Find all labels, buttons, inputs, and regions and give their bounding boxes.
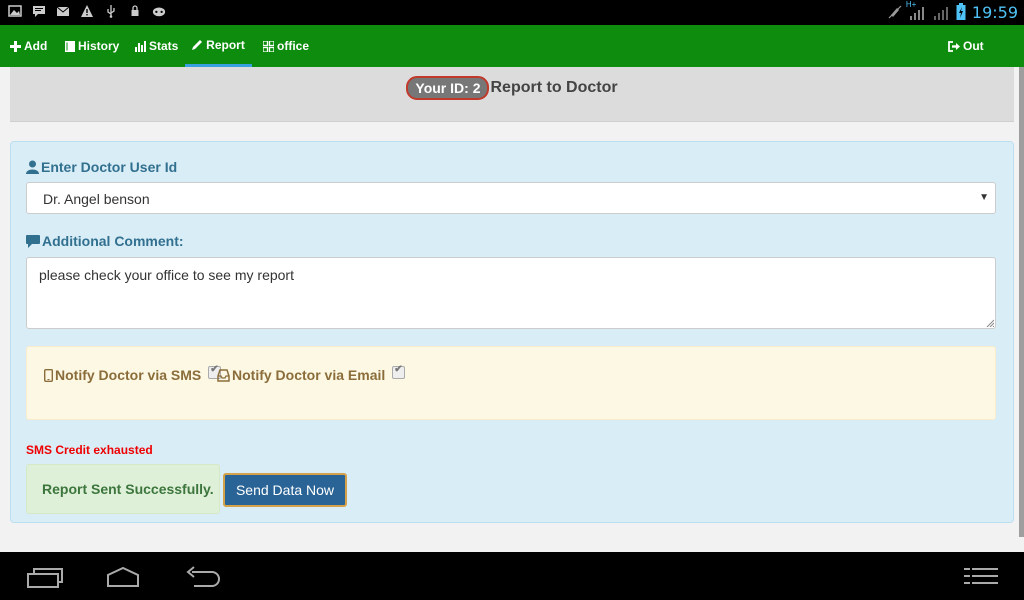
doctor-id-label-text: Enter Doctor User Id	[41, 159, 178, 175]
warning-icon	[81, 5, 93, 17]
android-icon	[152, 7, 166, 17]
pencil-icon	[192, 40, 203, 50]
chevron-down-icon: ▼	[979, 192, 989, 203]
nav-history[interactable]: History	[65, 25, 119, 67]
mobile-phone-icon	[44, 368, 53, 382]
notification-icons	[8, 4, 166, 18]
user-icon	[26, 160, 39, 174]
page-title-text: Report to Doctor	[490, 79, 618, 96]
page-header: Your ID: 2 Report to Doctor	[10, 67, 1014, 122]
grid-icon	[263, 40, 274, 52]
nav-report[interactable]: Report	[185, 25, 252, 67]
system-nav-bar	[0, 552, 1024, 600]
battery-icon	[956, 3, 966, 20]
nav-office-label: office	[277, 39, 310, 53]
mute-icon	[888, 5, 902, 19]
report-form-panel: Enter Doctor User Id Dr. Angel benson ▼ …	[10, 141, 1014, 523]
plus-icon	[10, 40, 21, 52]
notify-email-label: Notify Doctor via Email	[232, 367, 386, 383]
comment-textarea[interactable]: please check your office to see my repor…	[26, 257, 996, 329]
nav-logout-label: Out	[963, 39, 984, 53]
notify-email-option[interactable]: Notify Doctor via Email	[217, 364, 406, 383]
message-icon	[33, 6, 45, 17]
sms-credit-error: SMS Credit exhausted	[26, 443, 153, 457]
mail-icon	[56, 6, 70, 16]
recent-apps-icon[interactable]	[20, 560, 70, 592]
comment-icon	[26, 234, 40, 248]
notify-email-checkbox[interactable]	[392, 364, 406, 379]
doctor-id-label: Enter Doctor User Id	[26, 159, 177, 175]
send-data-button[interactable]: Send Data Now	[223, 473, 347, 507]
back-icon[interactable]	[178, 560, 228, 592]
nav-add[interactable]: Add	[10, 25, 47, 67]
inbox-icon	[217, 368, 230, 382]
comment-label: Additional Comment:	[26, 233, 184, 249]
doctor-select-value: Dr. Angel benson	[43, 191, 150, 207]
nav-add-label: Add	[24, 39, 48, 53]
page-title: Your ID: 2 Report to Doctor	[10, 76, 1014, 100]
scrollbar[interactable]	[1019, 67, 1024, 537]
usb-icon	[107, 5, 115, 18]
notify-sms-label: Notify Doctor via SMS	[55, 367, 202, 383]
nav-stats[interactable]: Stats	[135, 25, 178, 67]
main-content[interactable]: Your ID: 2 Report to Doctor Enter Doctor …	[0, 67, 1018, 552]
notify-sms-option[interactable]: Notify Doctor via SMS	[44, 364, 222, 383]
lock-icon	[131, 5, 139, 16]
image-icon	[8, 5, 22, 17]
book-icon	[65, 40, 75, 52]
nav-office[interactable]: office	[263, 25, 309, 67]
nav-report-label: Report	[206, 37, 245, 52]
bar-chart-icon	[135, 40, 146, 52]
nav-stats-label: Stats	[149, 39, 179, 53]
signal-icon	[933, 7, 948, 20]
success-alert: Report Sent Successfully.	[26, 464, 220, 514]
network-label: H+	[905, 0, 917, 9]
comment-textarea-value: please check your office to see my repor…	[39, 267, 294, 283]
notify-options: Notify Doctor via SMS Notify Doctor via …	[26, 346, 996, 420]
status-bar: H+ 19:59	[0, 0, 1024, 25]
signal-hplus-icon: H+	[905, 0, 926, 22]
nav-history-label: History	[78, 39, 120, 53]
home-icon[interactable]	[98, 560, 148, 592]
resize-grip-icon[interactable]	[986, 319, 994, 327]
clock: 19:59	[971, 2, 1018, 22]
nav-logout[interactable]: Out	[948, 25, 984, 67]
top-navbar: Add History Stats Report office Out	[0, 25, 1024, 67]
user-id-badge: Your ID: 2	[406, 76, 490, 100]
system-status: H+ 19:59	[888, 0, 1018, 22]
doctor-select[interactable]: Dr. Angel benson ▼	[26, 182, 996, 214]
comment-label-text: Additional Comment:	[42, 233, 184, 249]
success-message: Report Sent Successfully.	[42, 481, 214, 497]
logout-icon	[948, 40, 960, 52]
menu-icon[interactable]	[958, 560, 1008, 592]
